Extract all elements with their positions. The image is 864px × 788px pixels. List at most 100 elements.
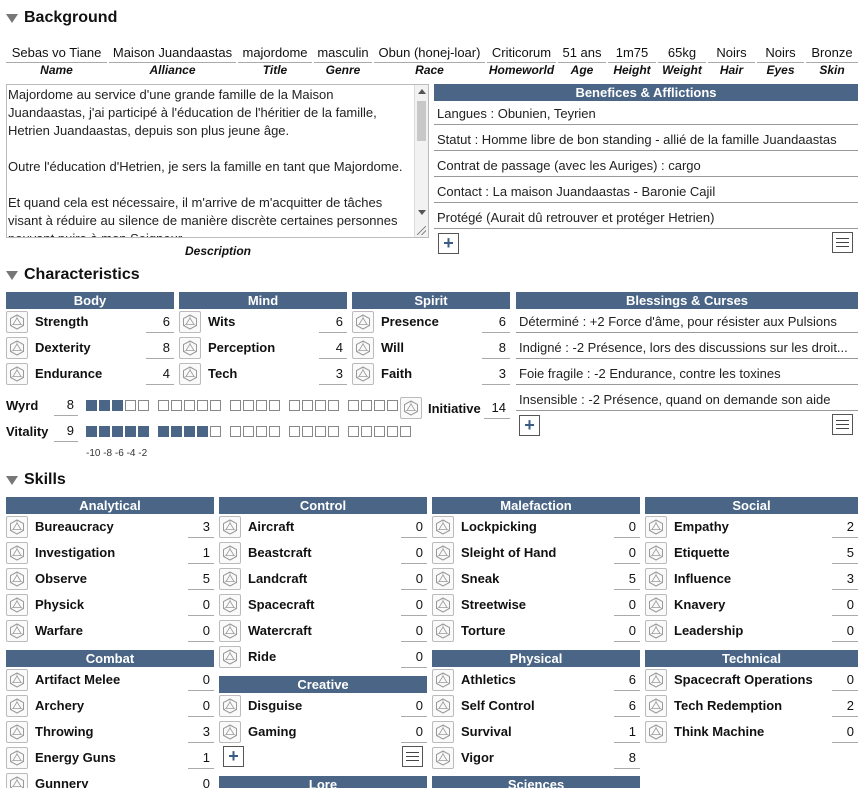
field-value[interactable]: 1m75 <box>608 42 656 63</box>
track-box[interactable] <box>99 400 110 411</box>
track-box[interactable] <box>210 400 221 411</box>
skill-value[interactable]: 0 <box>188 695 214 717</box>
stat-value[interactable]: 8 <box>146 337 174 359</box>
track-box[interactable] <box>302 400 313 411</box>
d20-die-icon[interactable] <box>352 337 374 359</box>
add-blessing-button[interactable]: + <box>519 415 540 436</box>
skill-value[interactable]: 8 <box>614 747 640 769</box>
stat-value[interactable]: 6 <box>146 311 174 333</box>
skill-value[interactable]: 5 <box>188 568 214 590</box>
track-box[interactable] <box>315 426 326 437</box>
wyrd-track[interactable] <box>86 400 413 411</box>
track-box[interactable] <box>86 426 97 437</box>
skills-section-header[interactable]: Skills <box>6 471 66 489</box>
skill-value[interactable]: 1 <box>188 542 214 564</box>
description-textarea[interactable]: Majordome au service d'une grande famill… <box>6 84 429 238</box>
resize-grip-icon[interactable] <box>417 226 426 235</box>
track-box[interactable] <box>125 426 136 437</box>
d20-die-icon[interactable] <box>6 669 28 691</box>
skill-value[interactable]: 0 <box>188 620 214 642</box>
skill-value[interactable]: 0 <box>188 669 214 691</box>
stat-value[interactable]: 4 <box>319 337 347 359</box>
stat-value[interactable]: 6 <box>319 311 347 333</box>
track-box[interactable] <box>184 426 195 437</box>
creative-menu-button[interactable] <box>402 746 423 767</box>
skill-value[interactable]: 0 <box>188 594 214 616</box>
skill-value[interactable]: 5 <box>832 542 858 564</box>
skill-value[interactable]: 6 <box>614 669 640 691</box>
vitality-track[interactable] <box>86 426 413 437</box>
skill-value[interactable]: 3 <box>188 721 214 743</box>
skill-value[interactable]: 0 <box>401 516 427 538</box>
d20-die-icon[interactable] <box>6 516 28 538</box>
track-box[interactable] <box>400 426 411 437</box>
skill-value[interactable]: 1 <box>614 721 640 743</box>
d20-die-icon[interactable] <box>219 620 241 642</box>
track-box[interactable] <box>99 426 110 437</box>
track-box[interactable] <box>243 426 254 437</box>
background-section-header[interactable]: Background <box>6 9 117 27</box>
d20-die-icon[interactable] <box>645 721 667 743</box>
d20-die-icon[interactable] <box>645 594 667 616</box>
skill-value[interactable]: 0 <box>614 620 640 642</box>
track-box[interactable] <box>125 400 136 411</box>
field-hair[interactable]: Noirs Hair <box>708 42 755 78</box>
collapse-triangle-icon[interactable] <box>6 475 18 485</box>
d20-die-icon[interactable] <box>645 516 667 538</box>
d20-die-icon[interactable] <box>219 646 241 668</box>
initiative-die[interactable] <box>400 397 422 419</box>
benefice-menu-button[interactable] <box>832 232 853 253</box>
d20-die-icon[interactable] <box>6 568 28 590</box>
benefice-item[interactable]: Statut : Homme libre de bon standing - a… <box>434 129 858 151</box>
d20-die-icon[interactable] <box>352 363 374 385</box>
d20-die-icon[interactable] <box>432 594 454 616</box>
d20-die-icon[interactable] <box>219 721 241 743</box>
d20-die-icon[interactable] <box>6 311 28 333</box>
track-box[interactable] <box>387 426 398 437</box>
field-value[interactable]: Noirs <box>757 42 804 63</box>
skill-value[interactable]: 0 <box>401 721 427 743</box>
benefice-item[interactable]: Contrat de passage (avec les Auriges) : … <box>434 155 858 177</box>
track-box[interactable] <box>256 400 267 411</box>
field-eyes[interactable]: Noirs Eyes <box>757 42 804 78</box>
track-box[interactable] <box>289 400 300 411</box>
scroll-up-icon[interactable] <box>418 89 426 94</box>
skill-value[interactable]: 2 <box>832 516 858 538</box>
track-box[interactable] <box>138 426 149 437</box>
skill-value[interactable]: 0 <box>832 620 858 642</box>
stat-value[interactable]: 6 <box>482 311 510 333</box>
field-alliance[interactable]: Maison Juandaastas Alliance <box>109 42 236 78</box>
benefice-item[interactable]: Protégé (Aurait dû retrouver et protéger… <box>434 207 858 229</box>
skill-value[interactable]: 0 <box>401 646 427 668</box>
blessing-item[interactable]: Insensible : -2 Présence, quand on deman… <box>516 389 858 411</box>
d20-die-icon[interactable] <box>6 695 28 717</box>
track-box[interactable] <box>158 426 169 437</box>
track-box[interactable] <box>328 400 339 411</box>
stat-value[interactable]: 3 <box>319 363 347 385</box>
d20-die-icon[interactable] <box>219 594 241 616</box>
d20-die-icon[interactable] <box>6 363 28 385</box>
d20-die-icon[interactable] <box>219 568 241 590</box>
field-value[interactable]: Obun (honej-loar) <box>374 42 485 63</box>
blessing-item[interactable]: Déterminé : +2 Force d'âme, pour résiste… <box>516 311 858 333</box>
track-box[interactable] <box>197 426 208 437</box>
track-box[interactable] <box>184 400 195 411</box>
d20-die-icon[interactable] <box>6 542 28 564</box>
blessing-item[interactable]: Indigné : -2 Présence, lors des discussi… <box>516 337 858 359</box>
field-height[interactable]: 1m75 Height <box>608 42 656 78</box>
stat-value[interactable]: 3 <box>482 363 510 385</box>
skill-value[interactable]: 0 <box>401 594 427 616</box>
field-value[interactable]: Sebas vo Tiane <box>6 42 107 63</box>
skill-value[interactable]: 0 <box>614 516 640 538</box>
d20-die-icon[interactable] <box>6 773 28 788</box>
field-age[interactable]: 51 ans Age <box>558 42 606 78</box>
track-box[interactable] <box>158 400 169 411</box>
field-race[interactable]: Obun (honej-loar) Race <box>374 42 485 78</box>
skill-value[interactable]: 6 <box>614 695 640 717</box>
d20-die-icon[interactable] <box>219 516 241 538</box>
track-box[interactable] <box>243 400 254 411</box>
track-box[interactable] <box>328 426 339 437</box>
d20-die-icon[interactable] <box>432 542 454 564</box>
scroll-thumb[interactable] <box>417 101 426 141</box>
d20-die-icon[interactable] <box>179 311 201 333</box>
